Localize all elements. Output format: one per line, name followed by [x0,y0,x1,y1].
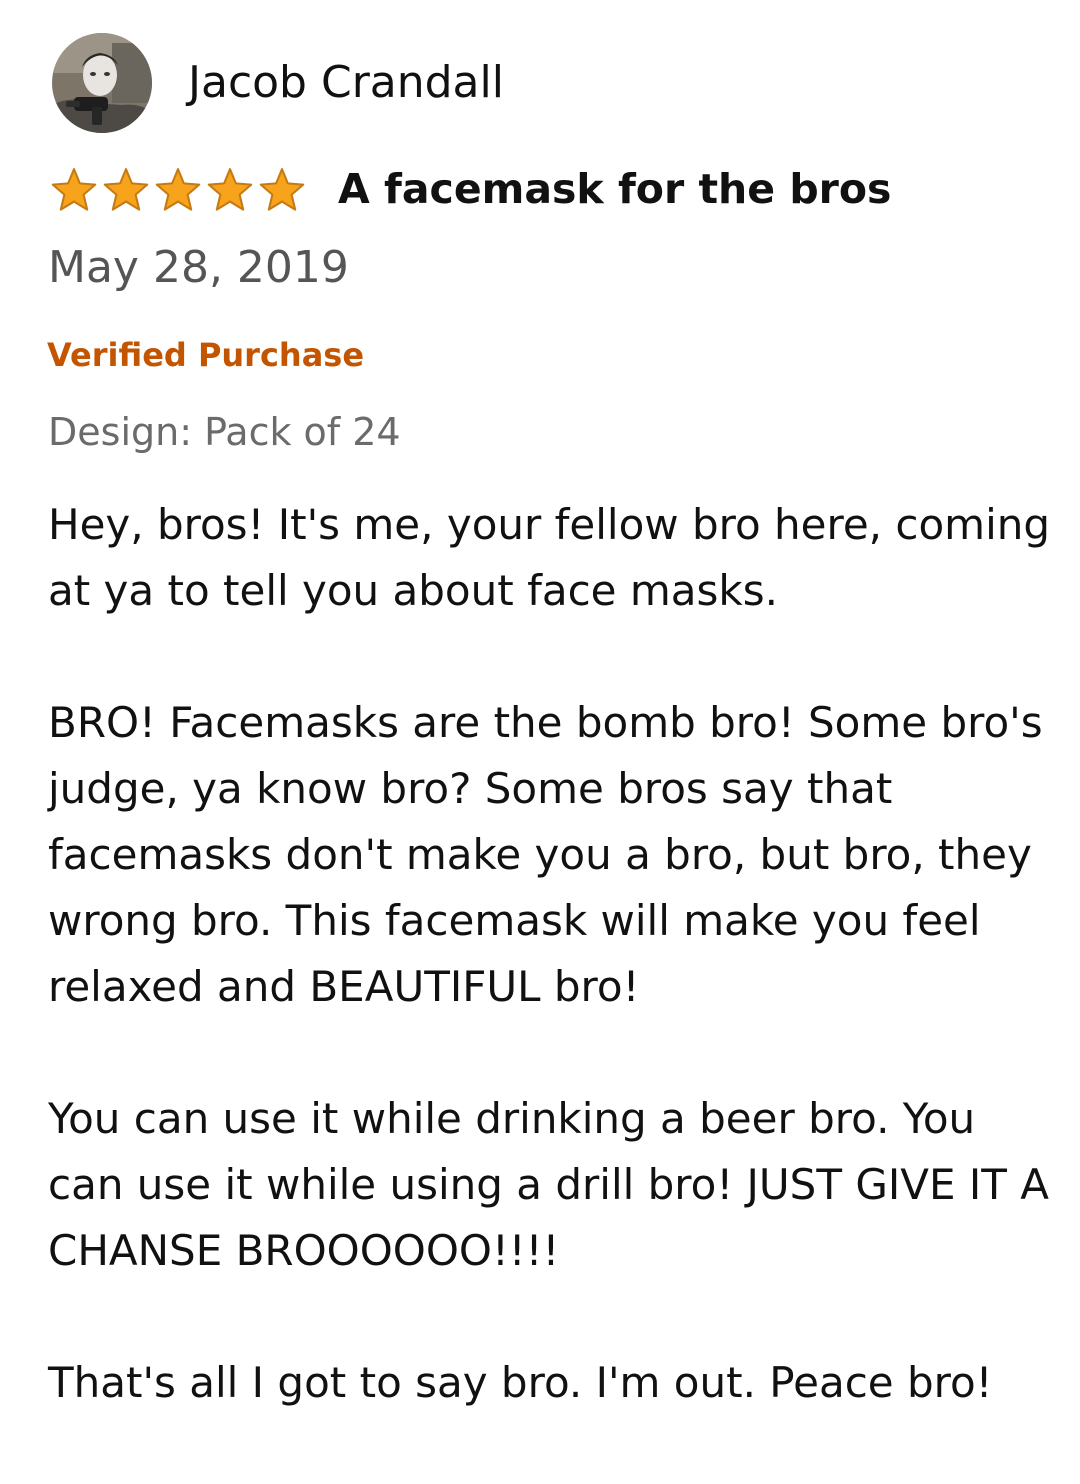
star-icon [256,166,308,212]
reviewer-profile[interactable]: Jacob Crandall [52,33,504,133]
avatar[interactable] [52,33,152,133]
product-variant[interactable]: Design: Pack of 24 [48,408,401,456]
review-body: Hey, bros! It's me, your fellow bro here… [48,492,1058,1416]
review-paragraph: That's all I got to say bro. I'm out. Pe… [48,1358,993,1407]
star-icon [204,166,256,212]
review-header: A facemask for the bros [48,160,891,218]
review-title[interactable]: A facemask for the bros [338,163,891,215]
profile-photo-icon [52,33,152,133]
review-paragraph: Hey, bros! It's me, your fellow bro here… [48,500,1051,615]
review-paragraph: You can use it while drinking a beer bro… [48,1094,1050,1275]
star-icon [152,166,204,212]
review-date: May 28, 2019 [48,242,349,293]
star-icon [48,166,100,212]
reviewer-name[interactable]: Jacob Crandall [188,57,504,109]
star-icon [100,166,152,212]
customer-review: Jacob Crandall A facemask for the bros M… [0,0,1080,1484]
review-paragraph: BRO! Facemasks are the bomb bro! Some br… [48,698,1043,1011]
star-rating[interactable] [48,166,308,212]
verified-purchase-badge: Verified Purchase [47,336,365,374]
